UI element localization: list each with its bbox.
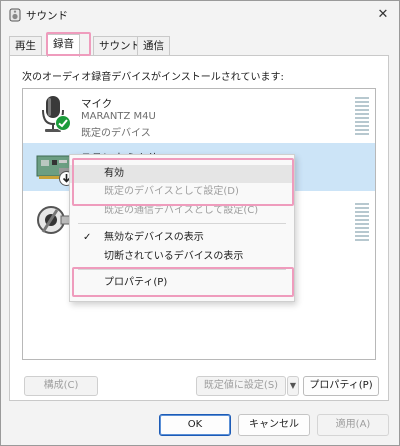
menu-separator (78, 223, 286, 224)
highlight-properties-item (72, 267, 294, 297)
menu-item-show-disconnected[interactable]: 切断されているデバイスの表示 (70, 248, 294, 266)
highlight-enable-item (72, 158, 294, 206)
device-name: マイク (81, 98, 113, 110)
highlight-recording-tab (46, 32, 91, 56)
configure-button[interactable]: 構成(C) (24, 376, 98, 396)
tab-playback[interactable]: 再生 (9, 36, 42, 56)
level-meter (355, 97, 369, 135)
close-button[interactable]: ✕ (371, 3, 395, 27)
device-model: MARANTZ M4U (81, 111, 156, 122)
menu-item-show-disabled[interactable]: ✓ 無効なデバイスの表示 (70, 229, 294, 247)
set-default-button[interactable]: 既定値に設定(S) (196, 376, 286, 396)
title-bar: サウンド ✕ (1, 1, 399, 29)
window-title: サウンド (26, 10, 68, 22)
cancel-button[interactable]: キャンセル (238, 414, 310, 436)
ok-button[interactable]: OK (159, 414, 231, 436)
device-status: 既定のデバイス (81, 128, 151, 139)
apply-button[interactable]: 適用(A) (317, 414, 389, 436)
set-default-dropdown-button[interactable]: ▼ (287, 376, 299, 396)
device-list-caption: 次のオーディオ録音デバイスがインストールされています: (22, 72, 284, 83)
sound-dialog: サウンド ✕ 再生 録音 サウンド 通信 次のオーディオ録音デバイスがインストー… (0, 0, 400, 446)
checkmark-icon: ✓ (83, 232, 92, 243)
tab-communications[interactable]: 通信 (137, 36, 170, 56)
level-meter (355, 203, 369, 241)
speaker-icon (9, 8, 21, 22)
properties-button[interactable]: プロパティ(P) (303, 376, 379, 396)
default-check-icon (55, 115, 71, 131)
menu-item-label: 無効なデバイスの表示 (104, 232, 204, 243)
device-item-microphone[interactable]: マイク MARANTZ M4U 既定のデバイス (23, 89, 375, 139)
